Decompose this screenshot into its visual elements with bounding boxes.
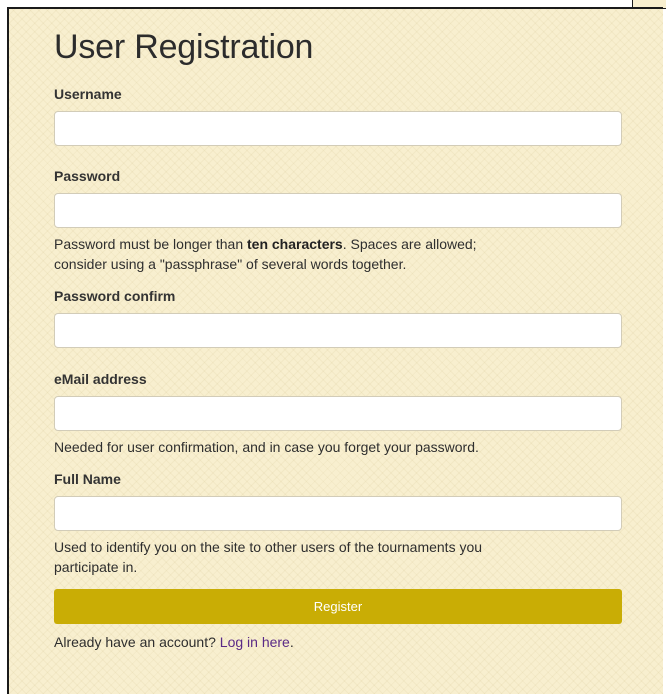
login-prompt: Already have an account? Log in here. <box>54 633 622 651</box>
email-help: Needed for user confirmation, and in cas… <box>54 439 479 455</box>
login-prompt-text: Already have an account? <box>54 634 220 650</box>
email-input[interactable] <box>54 396 622 431</box>
login-link[interactable]: Log in here <box>220 634 290 650</box>
full-name-input[interactable] <box>54 496 622 531</box>
login-prompt-suffix: . <box>289 634 294 650</box>
page-title: User Registration <box>54 28 314 66</box>
full-name-help-line1: Used to identify you on the site to othe… <box>54 539 483 555</box>
password-help-emphasis: ten characters <box>247 236 343 252</box>
password-label: Password <box>54 168 121 184</box>
password-confirm-label: Password confirm <box>54 288 176 304</box>
username-input[interactable] <box>54 111 622 146</box>
register-button[interactable]: Register <box>54 589 622 624</box>
password-help-text-end: . Spaces are allowed; <box>342 236 477 252</box>
password-help-text: Password must be longer than <box>54 236 247 252</box>
password-help-line2: consider using a "passphrase" of several… <box>54 256 407 272</box>
registration-panel: User Registration Username Password Pass… <box>7 7 663 694</box>
password-confirm-input[interactable] <box>54 313 622 348</box>
registration-form: User Registration Username Password Pass… <box>54 27 622 651</box>
full-name-label: Full Name <box>54 471 121 487</box>
full-name-help-line2: participate in. <box>54 559 138 575</box>
username-label: Username <box>54 86 122 102</box>
password-input[interactable] <box>54 193 622 228</box>
password-help: Password must be longer than ten charact… <box>54 234 622 274</box>
email-label: eMail address <box>54 371 147 387</box>
full-name-help: Used to identify you on the site to othe… <box>54 537 622 577</box>
